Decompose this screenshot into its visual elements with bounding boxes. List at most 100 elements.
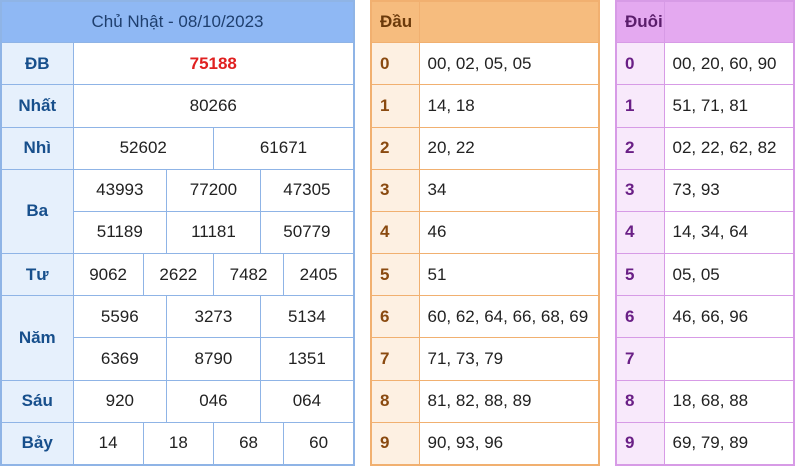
duoi-key: 9 (615, 421, 665, 466)
dau-values: 46 (418, 210, 600, 255)
duoi-key: 2 (615, 126, 665, 170)
prize-value: 77200 (166, 168, 261, 212)
duoi-row: 3 73, 93 (615, 168, 795, 212)
prize-value: 61671 (212, 126, 355, 170)
row-first: Nhất 80266 (0, 84, 355, 128)
duoi-key: 3 (615, 168, 665, 212)
dau-row: 8 81, 82, 88, 89 (370, 379, 600, 423)
duoi-row: 0 00, 20, 60, 90 (615, 42, 795, 86)
row-special: ĐB 75188 (0, 42, 355, 86)
duoi-values: 51, 71, 81 (663, 84, 795, 128)
dau-values: 90, 93, 96 (418, 421, 600, 466)
dau-row: 6 60, 62, 64, 66, 68, 69 (370, 295, 600, 339)
duoi-row: 9 69, 79, 89 (615, 421, 795, 466)
row-seventh: Bảy 14 18 68 60 (0, 421, 355, 466)
dau-row: 9 90, 93, 96 (370, 421, 600, 466)
duoi-values: 14, 34, 64 (663, 210, 795, 255)
prize-value: 9062 (72, 253, 144, 297)
results-title: Chủ Nhật - 08/10/2023 (0, 0, 355, 44)
prize-value: 6369 (72, 337, 168, 381)
duoi-key: 8 (615, 379, 665, 423)
dau-values: 71, 73, 79 (418, 337, 600, 381)
dau-values: 20, 22 (418, 126, 600, 170)
prize-label: Ba (0, 168, 74, 255)
prize-value: 51189 (72, 210, 168, 255)
duoi-values: 00, 20, 60, 90 (663, 42, 795, 86)
duoi-row: 7 (615, 337, 795, 381)
dau-key: 6 (370, 295, 420, 339)
dau-key: 4 (370, 210, 420, 255)
duoi-row: 2 02, 22, 62, 82 (615, 126, 795, 170)
row-sixth: Sáu 920 046 064 (0, 379, 355, 423)
duoi-values (663, 337, 795, 381)
duoi-values: 05, 05 (663, 253, 795, 297)
duoi-values: 69, 79, 89 (663, 421, 795, 466)
dau-values: 14, 18 (418, 84, 600, 128)
prize-label: ĐB (0, 42, 74, 86)
duoi-key: 5 (615, 253, 665, 297)
prize-label: Nhất (0, 84, 74, 128)
dau-header-empty (418, 0, 600, 44)
prize-value: 046 (166, 379, 261, 423)
row-second: Nhì 52602 61671 (0, 126, 355, 170)
dau-key: 5 (370, 253, 420, 297)
prize-label: Năm (0, 295, 74, 381)
row-fifth-a: Năm 5596 3273 5134 (0, 295, 355, 381)
dau-row: 1 14, 18 (370, 84, 600, 128)
dau-values: 81, 82, 88, 89 (418, 379, 600, 423)
prize-value: 3273 (166, 295, 261, 339)
prize-value: 80266 (72, 84, 355, 128)
duoi-values: 02, 22, 62, 82 (663, 126, 795, 170)
dau-key: 2 (370, 126, 420, 170)
prize-value: 2622 (142, 253, 214, 297)
prize-value: 1351 (259, 337, 355, 381)
prize-value: 68 (212, 421, 285, 466)
duoi-key: 6 (615, 295, 665, 339)
results-table: Chủ Nhật - 08/10/2023 ĐB 75188 Nhất 8026… (0, 0, 355, 466)
prize-value: 18 (142, 421, 214, 466)
duoi-values: 46, 66, 96 (663, 295, 795, 339)
dau-key: 1 (370, 84, 420, 128)
duoi-key: 7 (615, 337, 665, 381)
dau-values: 51 (418, 253, 600, 297)
dau-values: 60, 62, 64, 66, 68, 69 (418, 295, 600, 339)
duoi-row: 8 18, 68, 88 (615, 379, 795, 423)
dau-table: Đầu 0 00, 02, 05, 05 1 14, 18 2 20, 22 3 34 … (370, 0, 600, 466)
duoi-row: 6 46, 66, 96 (615, 295, 795, 339)
duoi-row: 1 51, 71, 81 (615, 84, 795, 128)
prize-value: 60 (283, 421, 355, 466)
dau-row: 3 34 (370, 168, 600, 212)
dau-key: 7 (370, 337, 420, 381)
dau-header: Đầu (370, 0, 420, 44)
duoi-row: 5 05, 05 (615, 253, 795, 297)
duoi-values: 73, 93 (663, 168, 795, 212)
dau-key: 3 (370, 168, 420, 212)
prize-label: Bảy (0, 421, 74, 466)
duoi-row: 4 14, 34, 64 (615, 210, 795, 255)
duoi-key: 0 (615, 42, 665, 86)
prize-value: 47305 (259, 168, 355, 212)
prize-value: 5134 (259, 295, 355, 339)
prize-label: Tư (0, 253, 74, 297)
prize-value: 14 (72, 421, 144, 466)
duoi-table: Đuôi 0 00, 20, 60, 90 1 51, 71, 81 2 02, 22… (615, 0, 795, 466)
prize-value: 920 (72, 379, 168, 423)
dau-values: 34 (418, 168, 600, 212)
dau-key: 0 (370, 42, 420, 86)
prize-value: 11181 (166, 210, 261, 255)
dau-row: 4 46 (370, 210, 600, 255)
row-fourth: Tư 9062 2622 7482 2405 (0, 253, 355, 297)
duoi-key: 1 (615, 84, 665, 128)
prize-label: Nhì (0, 126, 74, 170)
prize-label: Sáu (0, 379, 74, 423)
duoi-values: 18, 68, 88 (663, 379, 795, 423)
prize-value: 75188 (72, 42, 355, 86)
prize-value: 064 (259, 379, 355, 423)
prize-value: 7482 (212, 253, 285, 297)
dau-row: 7 71, 73, 79 (370, 337, 600, 381)
dau-key: 8 (370, 379, 420, 423)
dau-values: 00, 02, 05, 05 (418, 42, 600, 86)
duoi-header-empty (663, 0, 795, 44)
prize-value: 43993 (72, 168, 168, 212)
prize-value: 8790 (166, 337, 261, 381)
